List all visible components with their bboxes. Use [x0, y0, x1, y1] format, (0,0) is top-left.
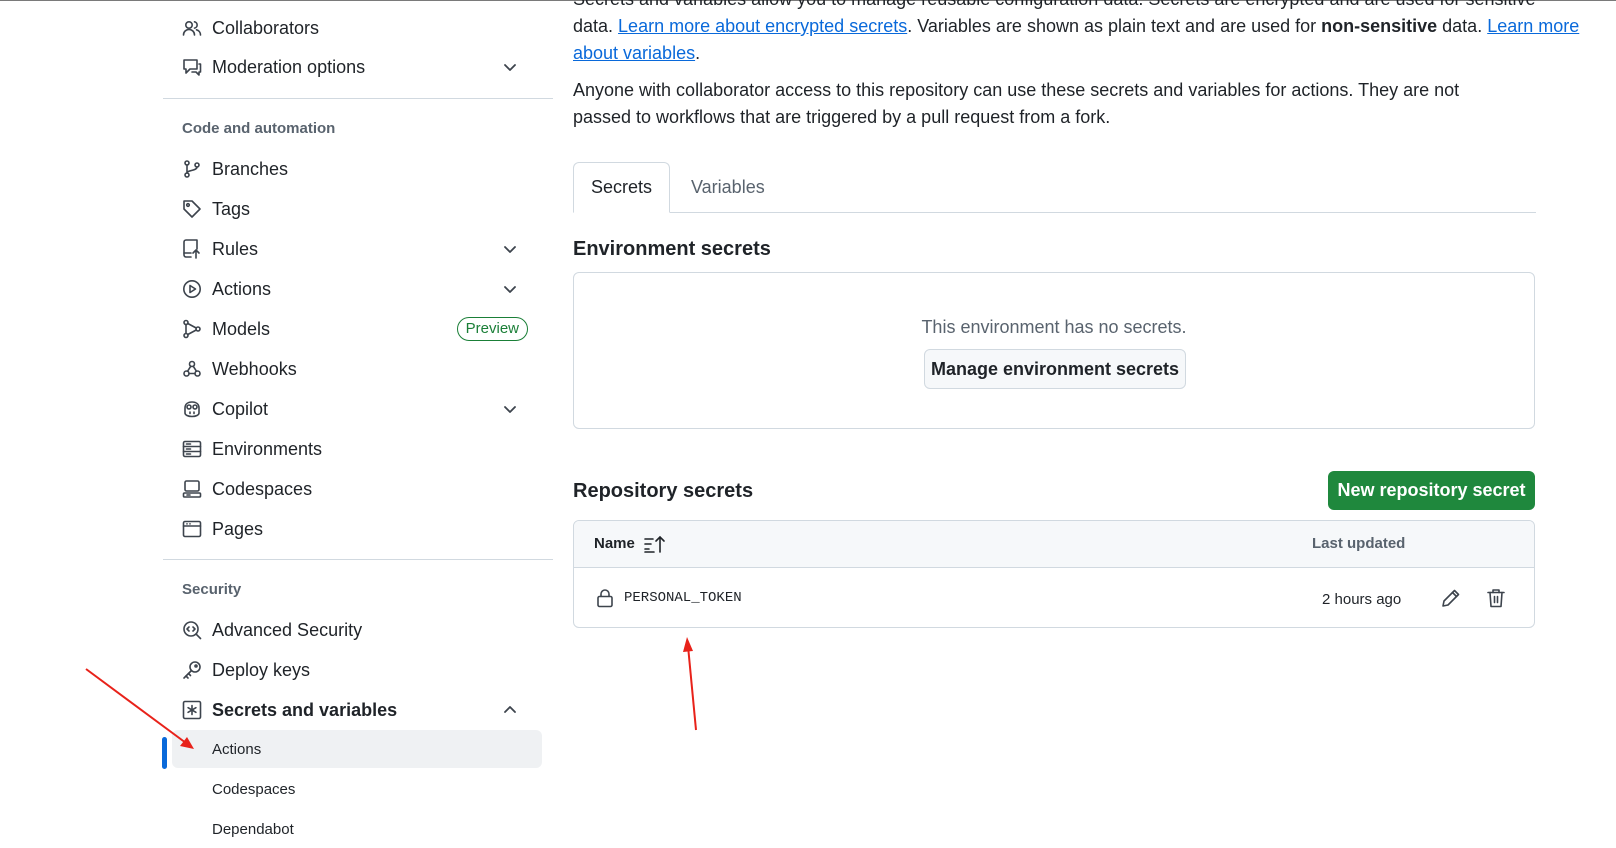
sidebar-item-label: Advanced Security [212, 619, 363, 640]
tag-icon [181, 198, 203, 220]
trash-icon[interactable] [1485, 587, 1507, 609]
sidebar-item-deploy-keys[interactable]: Deploy keys [168, 651, 542, 689]
sidebar-item-advanced-security[interactable]: Advanced Security [168, 611, 542, 649]
tab-variables[interactable]: Variables [691, 162, 765, 212]
learn-more-variables-link[interactable]: about variables [573, 43, 695, 63]
sidebar-item-label: Moderation options [212, 56, 366, 77]
sidebar-item-label: Branches [212, 158, 289, 179]
description-text: Secrets and variables allow you to manag… [573, 0, 1579, 67]
sidebar-item-webhooks[interactable]: Webhooks [168, 350, 542, 388]
sidebar-item-branches[interactable]: Branches [168, 150, 542, 188]
description-text-segment: data. [573, 16, 619, 36]
codespaces-icon [181, 478, 203, 500]
sidebar-item-label: Codespaces [212, 478, 313, 499]
column-header-last-updated: Last updated [1312, 535, 1406, 552]
sidebar-item-tags[interactable]: Tags [168, 190, 542, 228]
chevron-down-icon[interactable] [500, 57, 520, 77]
column-header-name[interactable]: Name [594, 535, 635, 552]
sidebar-divider [163, 559, 553, 560]
settings-sidebar: Collaborators Moderation options Code an… [0, 0, 560, 838]
description-line: about variables. [573, 40, 1523, 67]
sidebar-item-secrets-and-variables[interactable]: Secrets and variables [168, 691, 542, 729]
pencil-icon[interactable] [1440, 587, 1462, 609]
secret-name: PERSONAL_TOKEN [624, 590, 742, 606]
sidebar-item-moderation-options[interactable]: Moderation options [168, 48, 542, 86]
empty-state-text: This environment has no secrets. [921, 317, 1187, 337]
sidebar-item-codespaces[interactable]: Codespaces [168, 470, 542, 508]
description-text-segment: . Variables are shown as plain text and … [907, 16, 1322, 36]
preview-badge: Preview [456, 317, 528, 341]
lock-icon [596, 588, 614, 608]
sidebar-item-label: Copilot [212, 398, 269, 419]
red-arrow-icon [683, 637, 697, 731]
repo-push-icon [181, 238, 203, 260]
table-header: Name Last updated [574, 521, 1534, 568]
chevron-down-icon[interactable] [500, 399, 520, 419]
repository-secrets-table: Name Last updated PERSONAL_TOKEN 2 hours… [573, 520, 1535, 628]
learn-more-secrets-link[interactable]: Learn more about encrypted secrets [618, 16, 907, 36]
codescan-icon [181, 619, 203, 641]
secret-last-updated: 2 hours ago [1322, 591, 1402, 608]
sidebar-item-label: Rules [212, 238, 259, 259]
tab-secrets[interactable]: Secrets [573, 162, 670, 213]
sidebar-item-label: Secrets and variables [212, 699, 398, 720]
key-icon [181, 659, 203, 681]
sidebar-item-label: Models [212, 318, 271, 339]
description-text-segment: data. [1437, 16, 1488, 36]
server-icon [181, 438, 203, 460]
play-icon [181, 278, 203, 300]
active-item-indicator [162, 737, 167, 769]
chevron-down-icon[interactable] [500, 279, 520, 299]
sidebar-item-label: Pages [212, 518, 264, 539]
new-repository-secret-button[interactable]: New repository secret [1328, 471, 1535, 510]
description-line: Secrets and variables allow you to manag… [573, 0, 1536, 13]
description-text-segment: . [695, 43, 701, 63]
sidebar-item-actions[interactable]: Actions [168, 270, 542, 308]
sidebar-subitem-codespaces[interactable]: Codespaces [172, 770, 542, 808]
sidebar-subitem-dependabot[interactable]: Dependabot [172, 810, 542, 848]
description-bold-text: non-sensitive [1321, 16, 1438, 36]
sidebar-item-rules[interactable]: Rules [168, 230, 542, 268]
sidebar-section-heading: Code and automation [182, 120, 336, 137]
people-icon [181, 17, 203, 39]
sidebar-item-label: Actions [212, 278, 272, 299]
sidebar-item-collaborators[interactable]: Collaborators [168, 9, 542, 47]
copilot-icon [181, 398, 203, 420]
manage-environment-secrets-button[interactable]: Manage environment secrets [924, 349, 1186, 389]
sidebar-section-heading: Security [182, 581, 242, 598]
git-branch-icon [181, 158, 203, 180]
sort-ascending-icon[interactable] [644, 535, 666, 553]
browser-icon [181, 518, 203, 540]
environment-secrets-heading: Environment secrets [573, 238, 771, 260]
sidebar-item-copilot[interactable]: Copilot [168, 390, 542, 428]
description-line: data. Learn more about encrypted secrets… [573, 13, 1579, 40]
sidebar-item-label: Webhooks [212, 358, 297, 379]
sidebar-subitem-actions[interactable]: Actions [172, 730, 542, 768]
repository-secrets-heading: Repository secrets [573, 480, 754, 502]
models-icon [181, 318, 203, 340]
sidebar-divider [163, 98, 553, 99]
report-icon [181, 56, 203, 78]
sidebar-item-pages[interactable]: Pages [168, 510, 542, 548]
sidebar-item-label: Environments [212, 438, 323, 459]
collaborator-access-note: Anyone with collaborator access to this … [573, 80, 1460, 127]
sidebar-item-label: Deploy keys [212, 659, 311, 680]
environment-secrets-box: This environment has no secrets. Manage … [573, 272, 1535, 429]
sidebar-item-label: Tags [212, 198, 251, 219]
sidebar-item-environments[interactable]: Environments [168, 430, 542, 468]
secrets-variables-tabs: Secrets Variables [573, 162, 1536, 213]
chevron-up-icon[interactable] [500, 700, 520, 720]
asterisk-icon [181, 699, 203, 721]
chevron-down-icon[interactable] [500, 239, 520, 259]
learn-more-variables-link[interactable]: Learn more [1487, 16, 1579, 36]
webhook-icon [181, 358, 203, 380]
sidebar-item-models[interactable]: Models Preview [168, 310, 542, 348]
sidebar-item-label: Collaborators [212, 17, 320, 38]
